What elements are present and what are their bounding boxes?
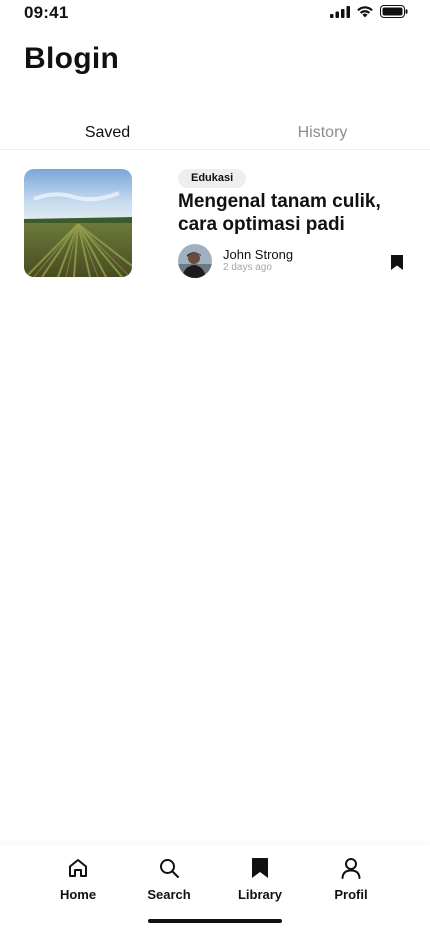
bookmark-icon[interactable] (390, 254, 404, 271)
battery-icon (380, 5, 408, 18)
bookmark-icon (252, 858, 268, 878)
home-icon (69, 859, 87, 877)
search-icon (160, 859, 179, 878)
nav-search[interactable]: Search (129, 857, 209, 902)
nav-search-label: Search (147, 887, 191, 902)
nav-profil-label: Profil (334, 887, 368, 902)
page-title: Blogin (24, 42, 120, 75)
nav-home-label: Home (59, 887, 97, 902)
category-badge[interactable]: Edukasi (178, 169, 247, 188)
wifi-icon (357, 6, 373, 18)
tab-history[interactable]: History (215, 116, 430, 149)
avatar[interactable] (178, 244, 212, 278)
saved-post-card[interactable]: Edukasi Mengenal tanam culik, cara optim… (24, 169, 409, 278)
user-icon (341, 858, 361, 879)
post-time: 2 days ago (223, 262, 272, 273)
bottom-nav: Home Search Library Profil (0, 845, 430, 932)
status-icons (330, 5, 408, 18)
tab-bar: Saved History (0, 116, 430, 150)
status-time: 09:41 (24, 3, 69, 22)
nav-profil[interactable]: Profil (311, 857, 391, 902)
post-thumbnail (24, 169, 132, 277)
cellular-signal-icon (330, 5, 350, 18)
tab-saved[interactable]: Saved (0, 116, 215, 149)
author-name[interactable]: John Strong (223, 247, 293, 262)
post-title[interactable]: Mengenal tanam culik, cara optimasi padi (178, 190, 403, 236)
home-indicator (148, 919, 282, 923)
nav-library-label: Library (237, 887, 283, 902)
nav-home[interactable]: Home (38, 857, 118, 902)
nav-library[interactable]: Library (220, 857, 300, 902)
status-bar: 09:41 (0, 0, 430, 26)
